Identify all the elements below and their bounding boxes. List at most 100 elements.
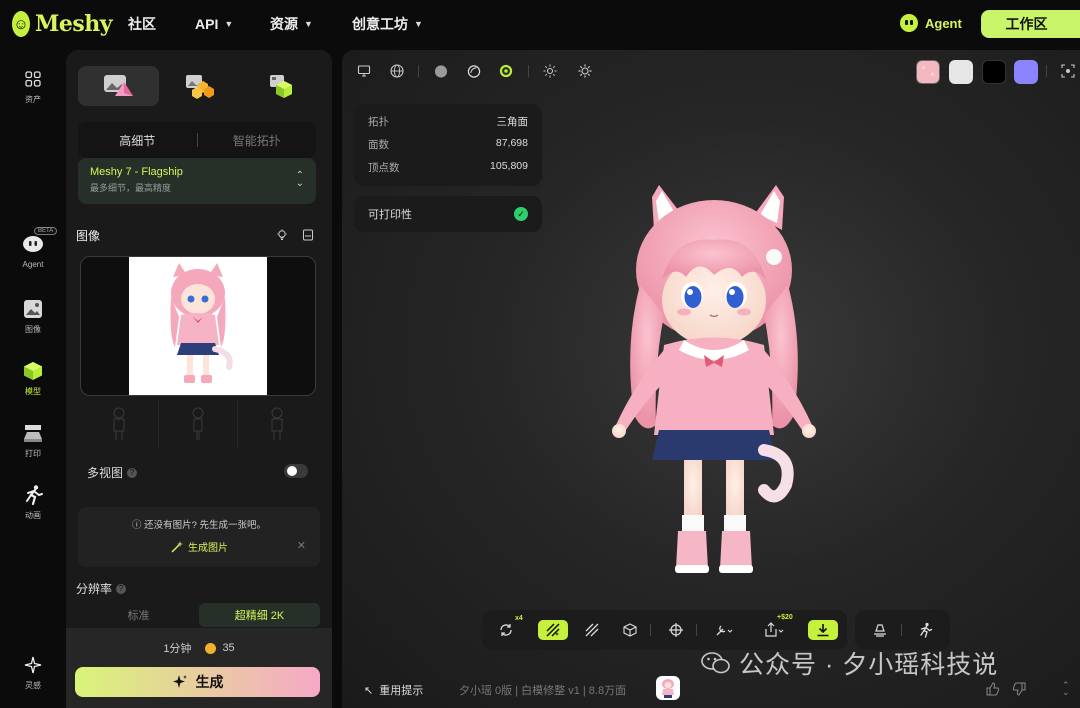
wand-icon — [171, 540, 183, 553]
texture-brush-button[interactable] — [538, 620, 568, 640]
multiview-toggle[interactable] — [284, 464, 308, 478]
tools-dropdown[interactable] — [714, 620, 734, 640]
stat-key: 顶点数 — [368, 162, 400, 174]
pose-toolbar — [855, 610, 950, 650]
resolution-2k[interactable]: 超精细 2K — [199, 603, 320, 627]
matcap-sphere-icon[interactable] — [467, 64, 481, 78]
light-icon[interactable] — [543, 64, 557, 78]
logo[interactable]: ☺ Meshy — [12, 11, 113, 37]
rail-print[interactable]: 打印 — [0, 422, 66, 459]
share-icon — [765, 622, 784, 637]
view-slot-back[interactable] — [238, 400, 316, 448]
reuse-prompt-button[interactable]: ↖ 重用提示 — [364, 682, 423, 698]
textured-sphere-icon[interactable] — [499, 64, 513, 78]
reuse-prompt-label: 重用提示 — [379, 685, 424, 697]
printability-label: 可打印性 — [368, 209, 412, 221]
nav-workshop-label: 创意工坊 — [352, 16, 408, 32]
anime-girl-reference — [170, 263, 233, 383]
toolbar-divider — [901, 624, 902, 636]
remesh-icon[interactable] — [496, 620, 516, 640]
generate-image-link[interactable]: 生成图片 — [170, 539, 228, 554]
thumbnail-image — [662, 679, 674, 698]
toolbar-divider — [1046, 65, 1047, 77]
agent-button[interactable]: Agent — [900, 14, 962, 32]
print-base-icon[interactable] — [870, 620, 890, 640]
texture-icon — [269, 75, 292, 98]
background-swatch-black[interactable] — [982, 60, 1006, 84]
rail-agent[interactable]: BETA Agent — [0, 227, 66, 269]
count-badge: x4 — [515, 615, 523, 622]
3d-model-render[interactable] — [604, 185, 824, 585]
view-slot-side[interactable] — [159, 400, 238, 448]
solid-sphere-icon[interactable] — [434, 64, 448, 78]
gallery-icon[interactable] — [302, 228, 314, 241]
rail-animate[interactable]: 动画 — [0, 484, 66, 521]
stat-value: 87,698 — [495, 137, 528, 149]
monitor-icon[interactable] — [357, 64, 371, 78]
tab-smart-topology[interactable]: 智能拓扑 — [198, 132, 317, 149]
view-slot-front[interactable] — [80, 400, 159, 448]
thumbs-down-icon[interactable] — [1012, 682, 1026, 696]
background-swatch-purple[interactable] — [1014, 60, 1038, 84]
rail-model-label: 模型 — [25, 387, 41, 396]
tab-texture[interactable] — [240, 66, 321, 106]
rail-model[interactable]: 模型 — [0, 360, 66, 397]
rail-image[interactable]: 图像 — [0, 298, 66, 335]
toolbar-divider — [418, 65, 419, 77]
background-swatch-pink[interactable] — [916, 60, 940, 84]
agent-icon — [900, 14, 918, 32]
chevron-updown-icon: ⌃ ⌄ — [295, 170, 304, 189]
download-button[interactable] — [808, 620, 838, 640]
sun-icon[interactable] — [578, 64, 592, 78]
thumbs-up-icon[interactable] — [986, 682, 1000, 696]
focus-icon[interactable] — [1061, 64, 1075, 78]
generate-image-label: 生成图片 — [188, 543, 228, 554]
texture-brush-icon — [546, 623, 560, 637]
close-icon[interactable]: ✕ — [297, 539, 306, 552]
nav-workshop[interactable]: 创意工坊 ▼ — [352, 14, 423, 34]
model-selector[interactable]: Meshy 7 - Flagship 最多细节，最高精度 ⌃ ⌄ — [78, 158, 316, 204]
reference-image[interactable] — [80, 256, 316, 396]
background-swatch-white[interactable] — [949, 60, 973, 84]
generate-label: 生成 — [195, 674, 224, 690]
export-dropdown[interactable] — [764, 620, 784, 640]
nav-api[interactable]: API ▼ — [195, 16, 233, 32]
anime-girl-3d-model — [612, 185, 816, 573]
top-bar: ☺ Meshy 社区 API ▼ 资源 ▼ 创意工坊 ▼ Agent 工作区 — [0, 0, 1080, 48]
model-name: Meshy 7 - Flagship — [90, 166, 183, 178]
sparkle-icon — [172, 675, 187, 688]
printer-icon — [22, 422, 44, 444]
printability-status[interactable]: 可打印性 ✓ — [354, 196, 542, 232]
animate-runner-icon[interactable] — [915, 620, 935, 640]
lightbulb-icon[interactable] — [276, 228, 288, 240]
question-circle-icon: ⓘ — [131, 520, 142, 531]
cube-outline-icon[interactable] — [620, 620, 640, 640]
tab-image-to-3d[interactable] — [78, 66, 159, 106]
workspace-button[interactable]: 工作区 — [981, 10, 1080, 38]
3d-viewport[interactable]: 拓扑 三角面 面数 87,698 顶点数 105,809 可打印性 ✓ x4 +… — [342, 50, 1080, 708]
help-icon[interactable]: ? — [116, 583, 127, 594]
multi-image-icon — [185, 75, 214, 99]
rail-inspire-label: 灵感 — [25, 681, 41, 690]
tab-high-detail[interactable]: 高细节 — [78, 132, 197, 149]
resolution-title: 分辨率 ? — [76, 580, 127, 597]
help-icon[interactable]: ? — [127, 467, 138, 478]
tab-multi-image[interactable] — [159, 66, 240, 106]
rail-inspire[interactable]: 灵感 — [0, 654, 66, 691]
nav-resources[interactable]: 资源 ▼ — [270, 14, 313, 34]
detail-mode-tabs: 高细节 智能拓扑 — [78, 122, 316, 158]
rig-icon[interactable] — [666, 620, 686, 640]
nav-community-label: 社区 — [128, 16, 156, 32]
stripes-icon[interactable] — [582, 620, 602, 640]
chevron-updown-icon[interactable]: ⌃ ⌄ — [1062, 681, 1076, 697]
figure-side-icon — [192, 407, 204, 440]
resolution-standard[interactable]: 标准 — [78, 603, 199, 627]
generate-button[interactable]: 生成 — [75, 667, 320, 697]
nav-community[interactable]: 社区 — [128, 14, 156, 34]
model-toolbar: x4 +$20 — [482, 610, 847, 650]
wireframe-globe-icon[interactable] — [390, 64, 404, 78]
model-thumbnail[interactable] — [656, 676, 680, 700]
cube-icon — [22, 360, 44, 382]
rail-assets[interactable]: 资产 — [0, 68, 66, 105]
caret-down-icon: ▼ — [224, 19, 234, 29]
